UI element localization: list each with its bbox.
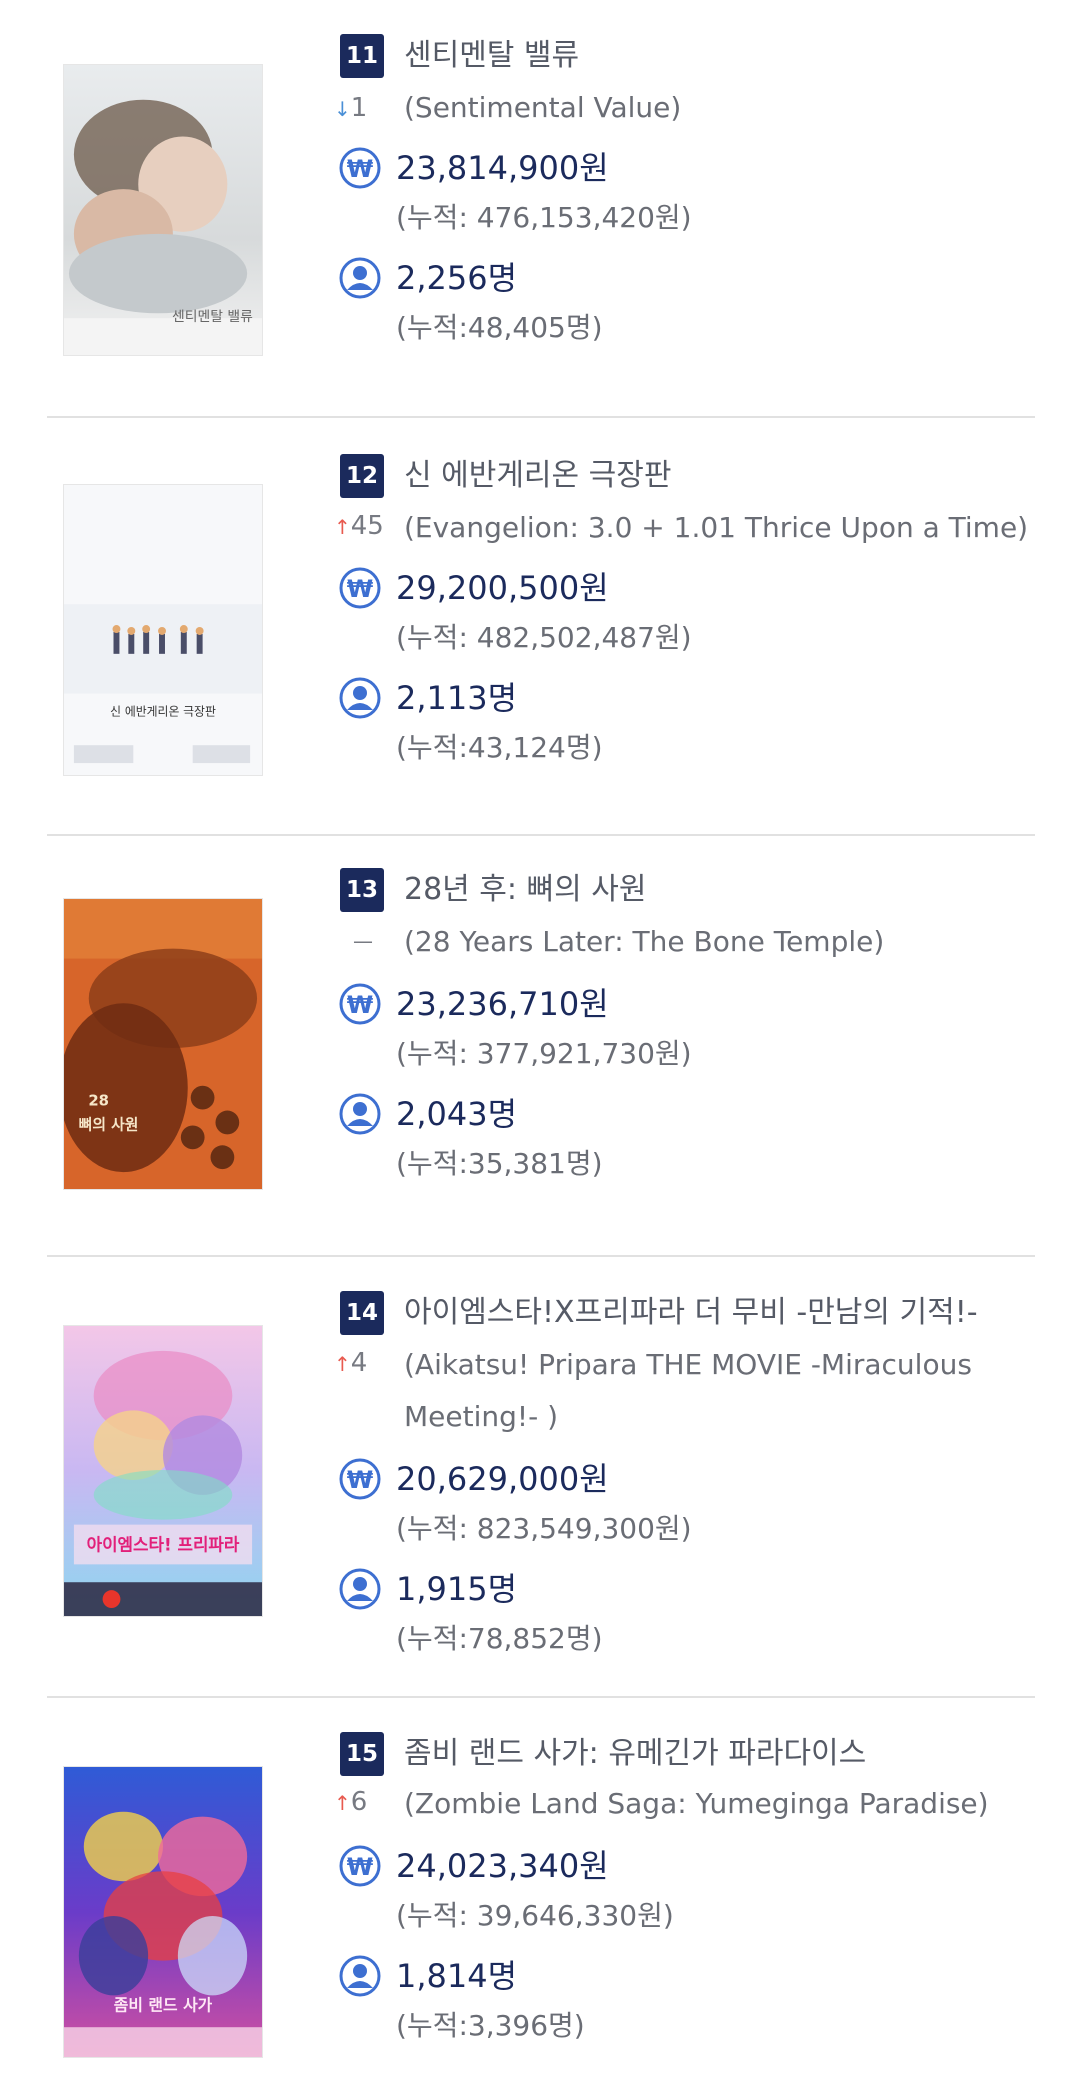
movie-title-korean[interactable]: 신 에반게리온 극장판 [404,454,671,498]
movie-title-korean[interactable]: 센티멘탈 밸류 [404,34,579,78]
rank-badge: 15 [340,1732,384,1776]
movie-item-13[interactable]: 28 뼈의 사원 13 28년 후: 뼈의 사원 — (28 Years Lat… [0,836,1080,1190]
rank-change: ↑6 [334,1780,392,1825]
movie-title-english: (Evangelion: 3.0 + 1.01 Thrice Upon a Ti… [404,511,1029,544]
daily-audience: 1,915명 [396,1570,518,1608]
person-icon [338,256,382,300]
cumulative-revenue: (누적: 823,549,300원) [396,1512,692,1545]
svg-text:₩: ₩ [347,575,374,603]
cumulative-revenue: (누적: 482,502,487원) [396,621,692,654]
daily-revenue: 20,629,000원 [396,1460,609,1498]
cumulative-audience: (누적:48,405명) [396,311,603,344]
daily-audience: 2,256명 [396,259,518,297]
movie-title-korean[interactable]: 28년 후: 뼈의 사원 [404,868,647,912]
svg-text:₩: ₩ [347,1853,374,1881]
won-currency-icon: ₩ [338,1457,382,1501]
poster-title-text: 좀비 랜드 사가 [114,1995,213,2014]
cumulative-audience: (누적:43,124명) [396,731,603,764]
movie-title-english: (Aikatsu! Pripara THE MOVIE -Miraculous … [404,1348,972,1433]
poster-title-text: 센티멘탈 밸류 [172,309,253,325]
won-currency-icon: ₩ [338,1844,382,1888]
daily-revenue: 23,236,710원 [396,985,609,1023]
daily-revenue: 24,023,340원 [396,1847,609,1885]
cumulative-revenue: (누적: 476,153,420원) [396,201,692,234]
rank-change-value: 45 [350,511,384,541]
movie-item-15[interactable]: 좀비 랜드 사가 15 좀비 랜드 사가: 유메긴가 파라다이스 ↑6 (Zom… [0,1698,1080,2098]
movie-item-12[interactable]: 신 에반게리온 극장판 12 신 에반게리온 극장판 ↑45 (Evangeli… [0,418,1080,776]
movie-title-korean[interactable]: 좀비 랜드 사가: 유메긴가 파라다이스 [404,1732,866,1776]
person-icon [338,676,382,720]
rank-change: ↑45 [334,504,392,549]
cumulative-revenue: (누적: 377,921,730원) [396,1037,692,1070]
rank-change: — [334,918,392,963]
daily-revenue: 23,814,900원 [396,149,609,187]
movie-title-korean[interactable]: 아이엠스타!X프리파라 더 무비 -만남의 기적!- [404,1291,978,1335]
cumulative-audience: (누적:35,381명) [396,1147,603,1180]
movie-title-english: (Sentimental Value) [404,91,682,124]
movie-title-english: (Zombie Land Saga: Yumeginga Paradise) [404,1787,989,1820]
won-currency-icon: ₩ [338,982,382,1026]
rank-change: ↓1 [334,86,392,131]
dash-icon: — [353,929,373,953]
rank-change-value: 4 [350,1348,368,1378]
rank-change-value: 6 [350,1787,368,1817]
svg-text:₩: ₩ [347,1466,374,1494]
person-icon [338,1954,382,1998]
svg-text:28: 28 [88,1092,109,1110]
movie-poster[interactable]: 센티멘탈 밸류 [63,64,263,356]
rank-badge: 12 [340,454,384,498]
svg-text:₩: ₩ [347,155,374,183]
person-icon [338,1567,382,1611]
won-currency-icon: ₩ [338,566,382,610]
won-currency-icon: ₩ [338,146,382,190]
person-icon [338,1092,382,1136]
movie-poster[interactable]: 신 에반게리온 극장판 [63,484,263,776]
movie-poster[interactable]: 28 뼈의 사원 [63,898,263,1190]
cumulative-revenue: (누적: 39,646,330원) [396,1899,674,1932]
rank-badge: 14 [340,1291,384,1335]
arrow-up-icon: ↑ [334,515,351,539]
poster-title-text: 뼈의 사원 [79,1115,139,1133]
arrow-up-icon: ↑ [334,1791,351,1815]
movie-item-11[interactable]: 센티멘탈 밸류 11 센티멘탈 밸류 ↓1 (Sentimental Value… [0,0,1080,356]
rank-badge: 13 [340,868,384,912]
daily-revenue: 29,200,500원 [396,569,609,607]
rank-change: ↑4 [334,1341,392,1386]
daily-audience: 2,113명 [396,679,518,717]
movie-poster[interactable]: 좀비 랜드 사가 [63,1766,263,2058]
movie-title-english: (28 Years Later: The Bone Temple) [404,925,885,958]
rank-badge: 11 [340,34,384,78]
svg-text:₩: ₩ [347,991,374,1019]
poster-title-text: 신 에반게리온 극장판 [110,704,216,718]
movie-item-14[interactable]: 아이엠스타! 프리파라 14 아이엠스타!X프리파라 더 무비 -만남의 기적!… [0,1257,1080,1697]
poster-title-text: 아이엠스타! 프리파라 [87,1534,240,1554]
cumulative-audience: (누적:3,396명) [396,2009,585,2042]
rank-change-value: 1 [350,93,368,123]
daily-audience: 1,814명 [396,1957,518,1995]
movie-poster[interactable]: 아이엠스타! 프리파라 [63,1325,263,1617]
arrow-down-icon: ↓ [334,97,351,121]
cumulative-audience: (누적:78,852명) [396,1622,603,1655]
arrow-up-icon: ↑ [334,1352,351,1376]
daily-audience: 2,043명 [396,1095,518,1133]
